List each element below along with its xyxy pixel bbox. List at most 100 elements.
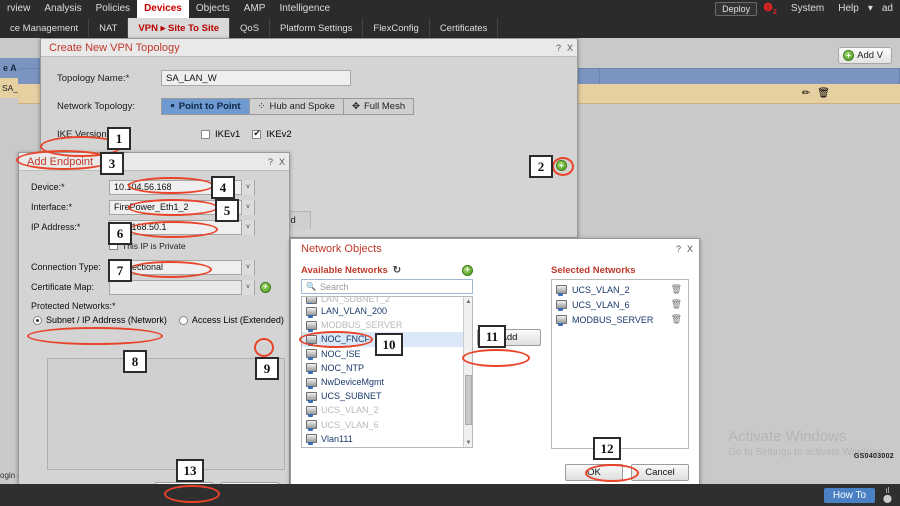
close-icon[interactable]: X bbox=[567, 43, 573, 53]
subnav-item-device-management[interactable]: ce Management bbox=[0, 18, 90, 38]
subnet-radio-button[interactable] bbox=[33, 315, 42, 325]
subnav-item-nat[interactable]: NAT bbox=[89, 18, 129, 38]
scroll-down-icon[interactable]: ▼ bbox=[464, 438, 472, 447]
subnav-item-flexconfig[interactable]: FlexConfig bbox=[363, 18, 430, 38]
list-item[interactable]: MODBUS_SERVER 🗑 bbox=[552, 312, 688, 327]
network-objects-title: Network Objects bbox=[301, 243, 382, 255]
nav-item-amp[interactable]: AMP bbox=[237, 0, 273, 18]
list-item[interactable]: UCS_VLAN_6 bbox=[302, 418, 472, 432]
access-list-radio-button[interactable] bbox=[178, 315, 188, 325]
hub-and-spoke-icon: ⁘ bbox=[257, 100, 266, 112]
available-networks-list[interactable]: LAN_SUBNET_2 LAN_VLAN_200 MODBUS_SERVER … bbox=[301, 296, 473, 448]
network-object-icon bbox=[306, 377, 317, 389]
list-item[interactable]: NOC_NTP bbox=[302, 361, 472, 375]
close-icon[interactable]: X bbox=[279, 157, 285, 167]
radio-access-list[interactable]: Access List (Extended) bbox=[178, 315, 284, 325]
help-icon[interactable]: ? bbox=[556, 43, 561, 53]
scrollbar-thumb[interactable] bbox=[465, 375, 472, 425]
add-network-object-icon[interactable]: + bbox=[462, 264, 473, 276]
ikev1-checkbox-group[interactable]: IKEv1 bbox=[201, 129, 240, 140]
delete-icon[interactable]: 🗑 bbox=[671, 284, 682, 295]
radio-subnet-ip-address[interactable]: Subnet / IP Address (Network) bbox=[33, 315, 167, 325]
list-item[interactable]: UCS_VLAN_2 🗑 bbox=[552, 282, 688, 297]
annotation-step-13: 13 bbox=[176, 459, 204, 482]
close-icon[interactable]: X bbox=[687, 244, 693, 254]
network-objects-buttons: OK Cancel bbox=[565, 464, 689, 481]
chevron-down-icon[interactable]: ˅ bbox=[241, 279, 254, 295]
ikev2-checkbox-group[interactable]: IKEv2 bbox=[252, 128, 292, 140]
delete-icon[interactable]: 🗑 bbox=[817, 88, 830, 99]
delete-icon[interactable]: 🗑 bbox=[671, 299, 682, 310]
alert-badge-icon[interactable]: ❶2 bbox=[763, 1, 777, 16]
edit-icon[interactable]: ✏ bbox=[802, 88, 810, 99]
subnav-item-platform-settings[interactable]: Platform Settings bbox=[270, 18, 364, 38]
ip-address-label: IP Address:* bbox=[31, 222, 81, 232]
help-icon[interactable]: ? bbox=[268, 157, 273, 167]
chevron-down-icon[interactable]: ˅ bbox=[241, 199, 254, 215]
topology-option-full-mesh[interactable]: ✥ Full Mesh bbox=[343, 98, 414, 114]
topology-name-label: Topology Name:* bbox=[57, 72, 130, 84]
list-item[interactable]: LAN_SUBNET_2 bbox=[302, 297, 472, 304]
add-endpoint-plus-icon[interactable]: + bbox=[556, 160, 567, 171]
add-certificate-map-icon[interactable]: + bbox=[260, 281, 271, 293]
protected-networks-listbox[interactable] bbox=[47, 358, 285, 470]
list-item-label: MODBUS_SERVER bbox=[321, 320, 403, 331]
topology-option-hub-and-spoke[interactable]: ⁘ Hub and Spoke bbox=[249, 98, 344, 114]
nav-item-policies[interactable]: Policies bbox=[89, 0, 137, 18]
point-to-point-icon: ⁌ bbox=[170, 100, 175, 112]
list-item[interactable]: NwDeviceMgmt bbox=[302, 375, 472, 389]
certificate-map-label: Certificate Map: bbox=[31, 282, 95, 292]
list-scrollbar[interactable]: ▲ ▼ bbox=[463, 297, 472, 447]
deploy-button[interactable]: Deploy bbox=[715, 2, 758, 16]
chevron-down-icon[interactable]: ▾ bbox=[866, 0, 875, 18]
system-tray-icon[interactable]: ıl ⬤ bbox=[883, 487, 892, 503]
nav-item-account[interactable]: ad bbox=[875, 0, 900, 18]
nav-item-objects[interactable]: Objects bbox=[189, 0, 237, 18]
nav-item-help[interactable]: Help bbox=[831, 0, 866, 18]
subnav-item-vpn-site-to-site[interactable]: VPN ▸ Site To Site bbox=[128, 18, 231, 38]
help-icon[interactable]: ? bbox=[676, 244, 681, 254]
available-networks-header: Available Networks ↻ + bbox=[301, 261, 473, 279]
interface-row: Interface:* FirePower_Eth1_2 ˅ bbox=[19, 197, 289, 217]
access-list-radio-label: Access List (Extended) bbox=[191, 315, 284, 325]
topology-name-input[interactable]: SA_LAN_W bbox=[161, 70, 351, 86]
selected-networks-panel: Selected Networks UCS_VLAN_2 🗑 UCS_VLAN_… bbox=[545, 261, 689, 457]
add-vpn-topology-button[interactable]: + Add V bbox=[838, 47, 892, 64]
selected-item-label: UCS_VLAN_6 bbox=[572, 299, 630, 310]
list-item[interactable]: LAN_VLAN_200 bbox=[302, 304, 472, 318]
delete-icon[interactable]: 🗑 bbox=[671, 314, 682, 325]
chevron-down-icon[interactable]: ˅ bbox=[241, 259, 254, 275]
nav-item-intelligence[interactable]: Intelligence bbox=[272, 0, 337, 18]
list-item[interactable]: UCS_VLAN_6 🗑 bbox=[552, 297, 688, 312]
chevron-down-icon[interactable]: ˅ bbox=[241, 179, 254, 195]
subnav-item-qos[interactable]: QoS bbox=[230, 18, 271, 38]
refresh-icon[interactable]: ↻ bbox=[393, 265, 401, 276]
chevron-down-icon[interactable]: ˅ bbox=[241, 219, 254, 235]
network-object-icon bbox=[306, 334, 317, 346]
network-object-icon bbox=[306, 349, 317, 361]
scroll-up-icon[interactable]: ▲ bbox=[464, 297, 472, 306]
topology-option-point-to-point[interactable]: ⁌ Point to Point bbox=[162, 98, 250, 114]
selected-networks-header: Selected Networks bbox=[551, 261, 689, 279]
how-to-button[interactable]: How To bbox=[823, 487, 876, 503]
list-item[interactable]: UCS_SUBNET bbox=[302, 389, 472, 403]
network-objects-cancel-button[interactable]: Cancel bbox=[631, 464, 689, 481]
nav-item-devices[interactable]: Devices bbox=[137, 0, 189, 18]
list-item[interactable]: MODBUS_SERVER bbox=[302, 318, 472, 332]
list-item[interactable]: Vlan111 bbox=[302, 432, 472, 446]
nav-item-system[interactable]: System bbox=[784, 0, 831, 18]
search-input[interactable]: 🔍 Search bbox=[301, 279, 473, 294]
ikev1-checkbox[interactable] bbox=[201, 129, 210, 139]
selected-networks-list[interactable]: UCS_VLAN_2 🗑 UCS_VLAN_6 🗑 MODBUS_SERVER bbox=[551, 279, 689, 449]
list-item[interactable]: UCS_VLAN_2 bbox=[302, 403, 472, 417]
subnav-item-certificates[interactable]: Certificates bbox=[430, 18, 499, 38]
interface-label: Interface:* bbox=[31, 202, 73, 212]
ikev2-checkbox[interactable] bbox=[252, 128, 262, 139]
subnet-radio-label: Subnet / IP Address (Network) bbox=[46, 315, 167, 325]
nav-item-analysis[interactable]: Analysis bbox=[37, 0, 88, 18]
nav-item-overview[interactable]: rview bbox=[0, 0, 37, 18]
network-objects-ok-button[interactable]: OK bbox=[565, 464, 623, 481]
connection-type-label: Connection Type: bbox=[31, 262, 101, 272]
network-object-icon bbox=[306, 405, 317, 417]
private-ip-row[interactable]: This IP is Private bbox=[19, 237, 289, 254]
